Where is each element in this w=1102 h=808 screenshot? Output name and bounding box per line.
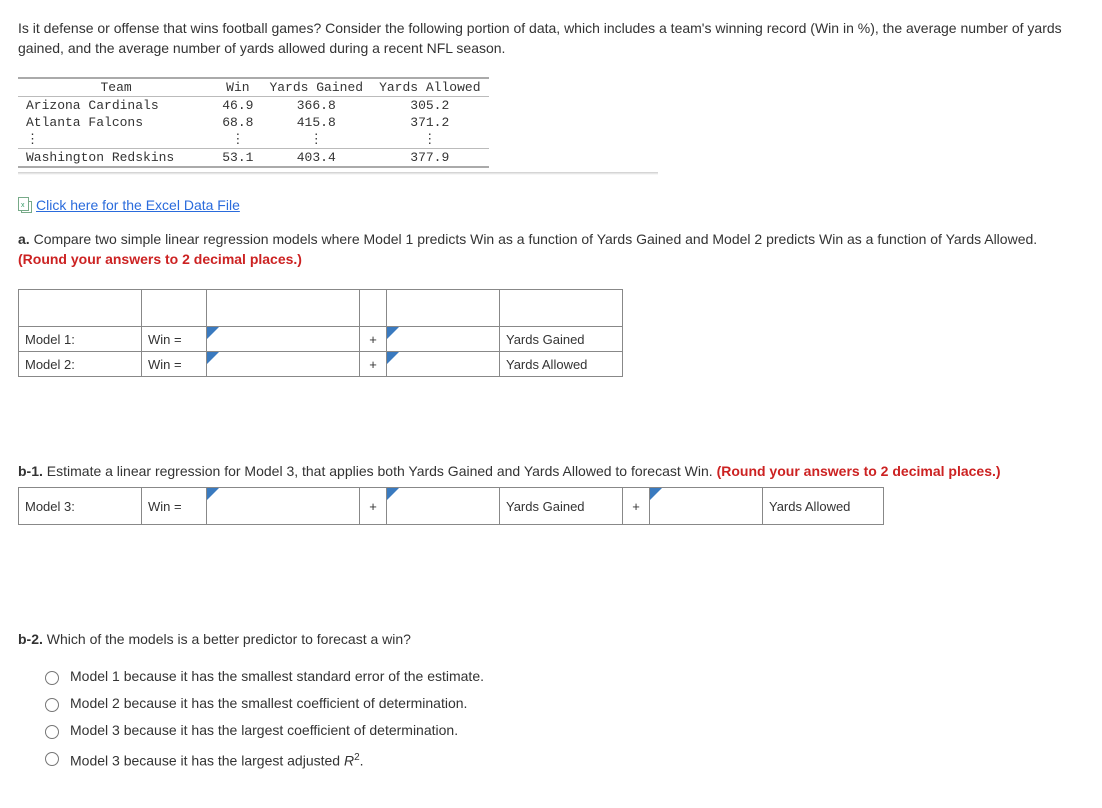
model1-row: Model 1: Win = + Yards Gained — [19, 327, 623, 352]
intro-text: Is it defense or offense that wins footb… — [18, 18, 1084, 59]
radio-3[interactable] — [45, 725, 59, 739]
col-allowed: Yards Allowed — [371, 78, 488, 97]
model2-intercept-input[interactable] — [207, 352, 360, 377]
cell: Arizona Cardinals — [18, 96, 214, 114]
model3-intercept-input[interactable] — [207, 488, 360, 525]
model1-intercept-input[interactable] — [207, 327, 360, 352]
option-4-text: Model 3 because it has the largest adjus… — [70, 752, 364, 769]
part-b1: b-1. Estimate a linear regression for Mo… — [18, 461, 1084, 525]
cell: 403.4 — [261, 148, 371, 167]
part-a: a. Compare two simple linear regression … — [18, 229, 1084, 378]
plus: + — [360, 488, 387, 525]
radio-1[interactable] — [45, 671, 59, 685]
option-2[interactable]: Model 2 because it has the smallest coef… — [40, 695, 1084, 712]
radio-4[interactable] — [45, 752, 59, 766]
data-table: Team Win Yards Gained Yards Allowed Ariz… — [18, 77, 489, 168]
option-1[interactable]: Model 1 because it has the smallest stan… — [40, 668, 1084, 685]
model3-term1: Yards Gained — [500, 488, 623, 525]
model3-term2: Yards Allowed — [763, 488, 884, 525]
excel-link-text: Click here for the Excel Data File — [36, 197, 240, 213]
part-a-answer-table: Model 1: Win = + Yards Gained Model 2: W… — [18, 289, 623, 377]
model1-slope-input[interactable] — [387, 327, 500, 352]
option-4[interactable]: Model 3 because it has the largest adjus… — [40, 749, 1084, 769]
cell: 305.2 — [371, 96, 488, 114]
model1-term: Yards Gained — [500, 327, 623, 352]
cell: Atlanta Falcons — [18, 114, 214, 131]
cell: ⋮ — [371, 131, 488, 149]
part-b1-label: b-1. — [18, 463, 43, 479]
model1-label: Model 1: — [19, 327, 142, 352]
cell: 68.8 — [214, 114, 261, 131]
part-a-label: a. — [18, 231, 30, 247]
col-win: Win — [214, 78, 261, 97]
cell: 415.8 — [261, 114, 371, 131]
table-shadow — [18, 172, 658, 175]
table-row: Washington Redskins 53.1 403.4 377.9 — [18, 148, 489, 167]
table-row-ellipsis: ⋮ ⋮ ⋮ ⋮ — [18, 131, 489, 149]
option-2-text: Model 2 because it has the smallest coef… — [70, 695, 467, 711]
cell: 377.9 — [371, 148, 488, 167]
option-1-text: Model 1 because it has the smallest stan… — [70, 668, 484, 684]
model3-row: Model 3: Win = + Yards Gained + Yards Al… — [19, 488, 884, 525]
model3-coef1-input[interactable] — [387, 488, 500, 525]
part-b1-text: Estimate a linear regression for Model 3… — [47, 463, 713, 479]
part-b2: b-2. Which of the models is a better pre… — [18, 629, 1084, 768]
model2-row: Model 2: Win = + Yards Allowed — [19, 352, 623, 377]
model1-eq: Win = — [142, 327, 207, 352]
cell: ⋮ — [18, 131, 214, 149]
part-b2-text: Which of the models is a better predicto… — [47, 631, 411, 647]
excel-file-link[interactable]: x Click here for the Excel Data File — [18, 197, 240, 213]
part-b2-label: b-2. — [18, 631, 43, 647]
model3-label: Model 3: — [19, 488, 142, 525]
cell: 53.1 — [214, 148, 261, 167]
option-3[interactable]: Model 3 because it has the largest coeff… — [40, 722, 1084, 739]
table-row: Atlanta Falcons 68.8 415.8 371.2 — [18, 114, 489, 131]
option-3-text: Model 3 because it has the largest coeff… — [70, 722, 458, 738]
radio-2[interactable] — [45, 698, 59, 712]
plus: + — [360, 327, 387, 352]
plus: + — [623, 488, 650, 525]
cell: ⋮ — [214, 131, 261, 149]
cell: ⋮ — [261, 131, 371, 149]
model3-eq: Win = — [142, 488, 207, 525]
model2-label: Model 2: — [19, 352, 142, 377]
model3-coef2-input[interactable] — [650, 488, 763, 525]
cell: 46.9 — [214, 96, 261, 114]
model2-slope-input[interactable] — [387, 352, 500, 377]
plus: + — [360, 352, 387, 377]
part-a-note: (Round your answers to 2 decimal places.… — [18, 251, 302, 267]
excel-icon: x — [18, 197, 32, 213]
part-b1-note: (Round your answers to 2 decimal places.… — [717, 463, 1001, 479]
part-a-text: Compare two simple linear regression mod… — [34, 231, 1038, 247]
cell: Washington Redskins — [18, 148, 214, 167]
table-row: Arizona Cardinals 46.9 366.8 305.2 — [18, 96, 489, 114]
part-b1-answer-table: Model 3: Win = + Yards Gained + Yards Al… — [18, 487, 884, 525]
col-gained: Yards Gained — [261, 78, 371, 97]
cell: 366.8 — [261, 96, 371, 114]
svg-text:x: x — [21, 202, 25, 209]
model2-term: Yards Allowed — [500, 352, 623, 377]
col-team: Team — [18, 78, 214, 97]
cell: 371.2 — [371, 114, 488, 131]
model2-eq: Win = — [142, 352, 207, 377]
